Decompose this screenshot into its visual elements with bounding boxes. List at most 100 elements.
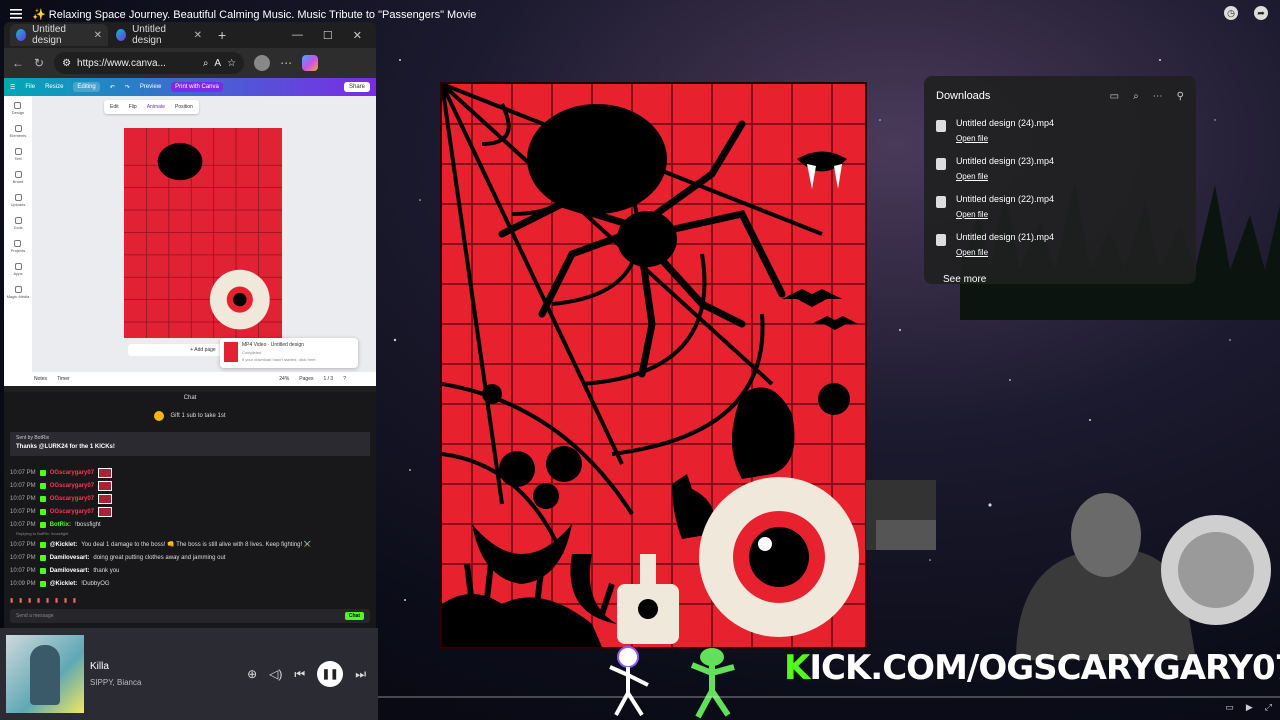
gift-sub-banner[interactable]: Gift 1 sub to take 1st xyxy=(4,404,376,428)
volume-icon[interactable]: ◁) xyxy=(269,667,282,681)
sidebar-item-elements[interactable]: Elements xyxy=(10,125,26,138)
message-username[interactable]: OGscarygary07 xyxy=(50,483,94,489)
sidebar-item-apps[interactable]: Apps xyxy=(13,263,23,276)
file-menu[interactable]: File xyxy=(25,84,35,90)
fullscreen-icon[interactable]: ⤢ xyxy=(1265,702,1272,713)
chat-message[interactable]: 10:07 PM OGscarygary07 xyxy=(10,466,370,479)
message-username[interactable]: OGscarygary07 xyxy=(50,496,94,502)
download-item[interactable]: Untitled design (21).mp4 Open file xyxy=(936,232,1184,260)
editing-mode-button[interactable]: Editing xyxy=(73,82,100,92)
close-tab-icon[interactable]: ✕ xyxy=(94,30,102,41)
canva-design-thumbnail[interactable] xyxy=(124,128,282,338)
animate-button[interactable]: Animate xyxy=(147,104,165,110)
canva-menu-icon[interactable]: ☰ xyxy=(10,84,15,91)
see-more-link[interactable]: See more xyxy=(936,274,1184,285)
message-text: thank you xyxy=(93,567,120,574)
close-tab-icon[interactable]: ✕ xyxy=(194,30,202,41)
minimize-icon[interactable]: — xyxy=(292,29,303,42)
download-toast[interactable]: MP4 Video · Untitled design Completed If… xyxy=(220,338,358,368)
browser-tab-2[interactable]: Untitled design ✕ xyxy=(110,24,208,46)
download-item[interactable]: Untitled design (23).mp4 Open file xyxy=(936,156,1184,184)
preview-button[interactable]: Preview xyxy=(140,84,161,90)
folder-icon[interactable]: ▭ xyxy=(1110,91,1119,102)
open-file-link[interactable]: Open file xyxy=(956,134,988,143)
emote-bar[interactable]: ▮ ▮ ▮ ▮ ▮ ▮ ▮ ▮ xyxy=(10,597,78,604)
more-options-icon[interactable]: ⋯ xyxy=(1153,91,1163,102)
help-icon[interactable]: ? xyxy=(343,376,346,382)
notes-button[interactable]: Notes xyxy=(34,376,47,382)
chat-message[interactable]: 10:07 PM BotRix: !bossfight xyxy=(10,518,370,531)
share-icon[interactable]: ➦ xyxy=(1254,6,1268,20)
chat-message[interactable]: 10:07 PM OGscarygary07 xyxy=(10,479,370,492)
chat-message[interactable]: 10:07 PM Damilovesart: thank you xyxy=(10,564,370,577)
open-file-link[interactable]: Open file xyxy=(956,248,988,257)
sidebar-item-uploads[interactable]: Uploads xyxy=(11,194,25,207)
read-aloud-icon[interactable]: A xyxy=(214,58,221,69)
chat-message[interactable]: 10:07 PM @Kicklet: You deal 1 damage to th… xyxy=(10,538,370,551)
message-username[interactable]: OGscarygary07 xyxy=(50,509,94,515)
chat-input[interactable]: Send a message Chat xyxy=(10,609,370,623)
position-button[interactable]: Position xyxy=(175,104,193,110)
chat-send-button[interactable]: Chat xyxy=(344,612,364,620)
user-badge-icon xyxy=(39,469,46,476)
emote-icon xyxy=(98,467,113,478)
edit-button[interactable]: Edit xyxy=(110,104,119,110)
redo-icon[interactable]: ↷ xyxy=(125,84,130,91)
site-info-icon[interactable]: ⚙ xyxy=(62,58,71,69)
profile-avatar[interactable] xyxy=(254,55,271,71)
message-username[interactable]: OGscarygary07 xyxy=(50,470,94,476)
message-username[interactable]: BotRix: xyxy=(50,522,71,528)
message-time: 10:07 PM xyxy=(10,508,36,515)
next-track-icon[interactable]: ⏭ xyxy=(355,667,366,682)
youtube-icon[interactable]: ▶ xyxy=(1246,702,1253,713)
message-username[interactable]: Damilovesart: xyxy=(50,555,90,561)
browser-tab-1[interactable]: Untitled design ✕ xyxy=(10,24,108,46)
sidebar-item-magic-media[interactable]: Magic Media xyxy=(7,286,29,299)
maximize-icon[interactable]: ☐ xyxy=(323,29,333,42)
message-username[interactable]: Damilovesart: xyxy=(50,568,90,574)
chat-message[interactable]: 10:09 PM @Kicklet: !DubbyOG xyxy=(10,577,370,590)
download-file-name: Untitled design (21).mp4 xyxy=(956,232,1055,242)
pause-button[interactable]: ❚❚ xyxy=(317,661,344,687)
search-icon[interactable]: ⌕ xyxy=(203,58,209,69)
timer-button[interactable]: Timer xyxy=(57,376,70,382)
back-icon[interactable]: ← xyxy=(12,56,24,70)
pin-icon[interactable]: ⚲ xyxy=(1177,91,1184,102)
user-badge-icon xyxy=(39,508,46,515)
favorite-star-icon[interactable]: ☆ xyxy=(227,58,236,69)
print-with-canva-button[interactable]: Print with Canva xyxy=(171,82,223,92)
sidebar-item-tools[interactable]: Tools xyxy=(13,217,23,230)
download-item[interactable]: Untitled design (24).mp4 Open file xyxy=(936,118,1184,146)
open-file-link[interactable]: Open file xyxy=(956,172,988,181)
pages-button[interactable]: Pages xyxy=(299,376,313,382)
message-username[interactable]: @Kicklet: xyxy=(50,581,78,587)
open-file-link[interactable]: Open file xyxy=(956,210,988,219)
add-icon[interactable]: ⊕ xyxy=(247,667,257,681)
message-username[interactable]: @Kicklet: xyxy=(50,542,78,548)
chat-message[interactable]: 10:07 PM Damilovesart: doing great putting… xyxy=(10,551,370,564)
close-window-icon[interactable]: ✕ xyxy=(353,29,362,42)
previous-track-icon[interactable]: ⏮ xyxy=(294,667,305,682)
url-input[interactable]: ⚙ https://www.canva... ⌕ A ☆ xyxy=(54,52,245,74)
sidebar-item-text[interactable]: Text xyxy=(14,148,22,161)
more-options-icon[interactable]: ⋯ xyxy=(280,56,292,70)
new-tab-button[interactable]: + xyxy=(210,27,234,43)
sidebar-item-brand[interactable]: Brand xyxy=(13,171,23,184)
video-progress-bar[interactable] xyxy=(378,696,1280,698)
copilot-icon[interactable] xyxy=(302,55,319,71)
share-button[interactable]: Share xyxy=(343,82,370,92)
undo-icon[interactable]: ↶ xyxy=(110,84,115,91)
chat-message[interactable]: 10:07 PM OGscarygary07 xyxy=(10,492,370,505)
search-icon[interactable]: ⌕ xyxy=(1133,91,1139,102)
resize-button[interactable]: Resize xyxy=(45,84,63,90)
sidebar-item-design[interactable]: Design xyxy=(12,102,24,115)
menu-icon[interactable] xyxy=(10,9,22,19)
flip-button[interactable]: Flip xyxy=(129,104,137,110)
clock-icon[interactable]: ◷ xyxy=(1224,6,1238,20)
sidebar-item-projects[interactable]: Projects xyxy=(11,240,25,253)
subtitles-icon[interactable]: ▭ xyxy=(1225,702,1234,713)
zoom-level[interactable]: 24% xyxy=(279,376,289,382)
chat-message[interactable]: 10:07 PM OGscarygary07 xyxy=(10,505,370,518)
refresh-icon[interactable]: ↻ xyxy=(34,56,44,70)
download-item[interactable]: Untitled design (22).mp4 Open file xyxy=(936,194,1184,222)
